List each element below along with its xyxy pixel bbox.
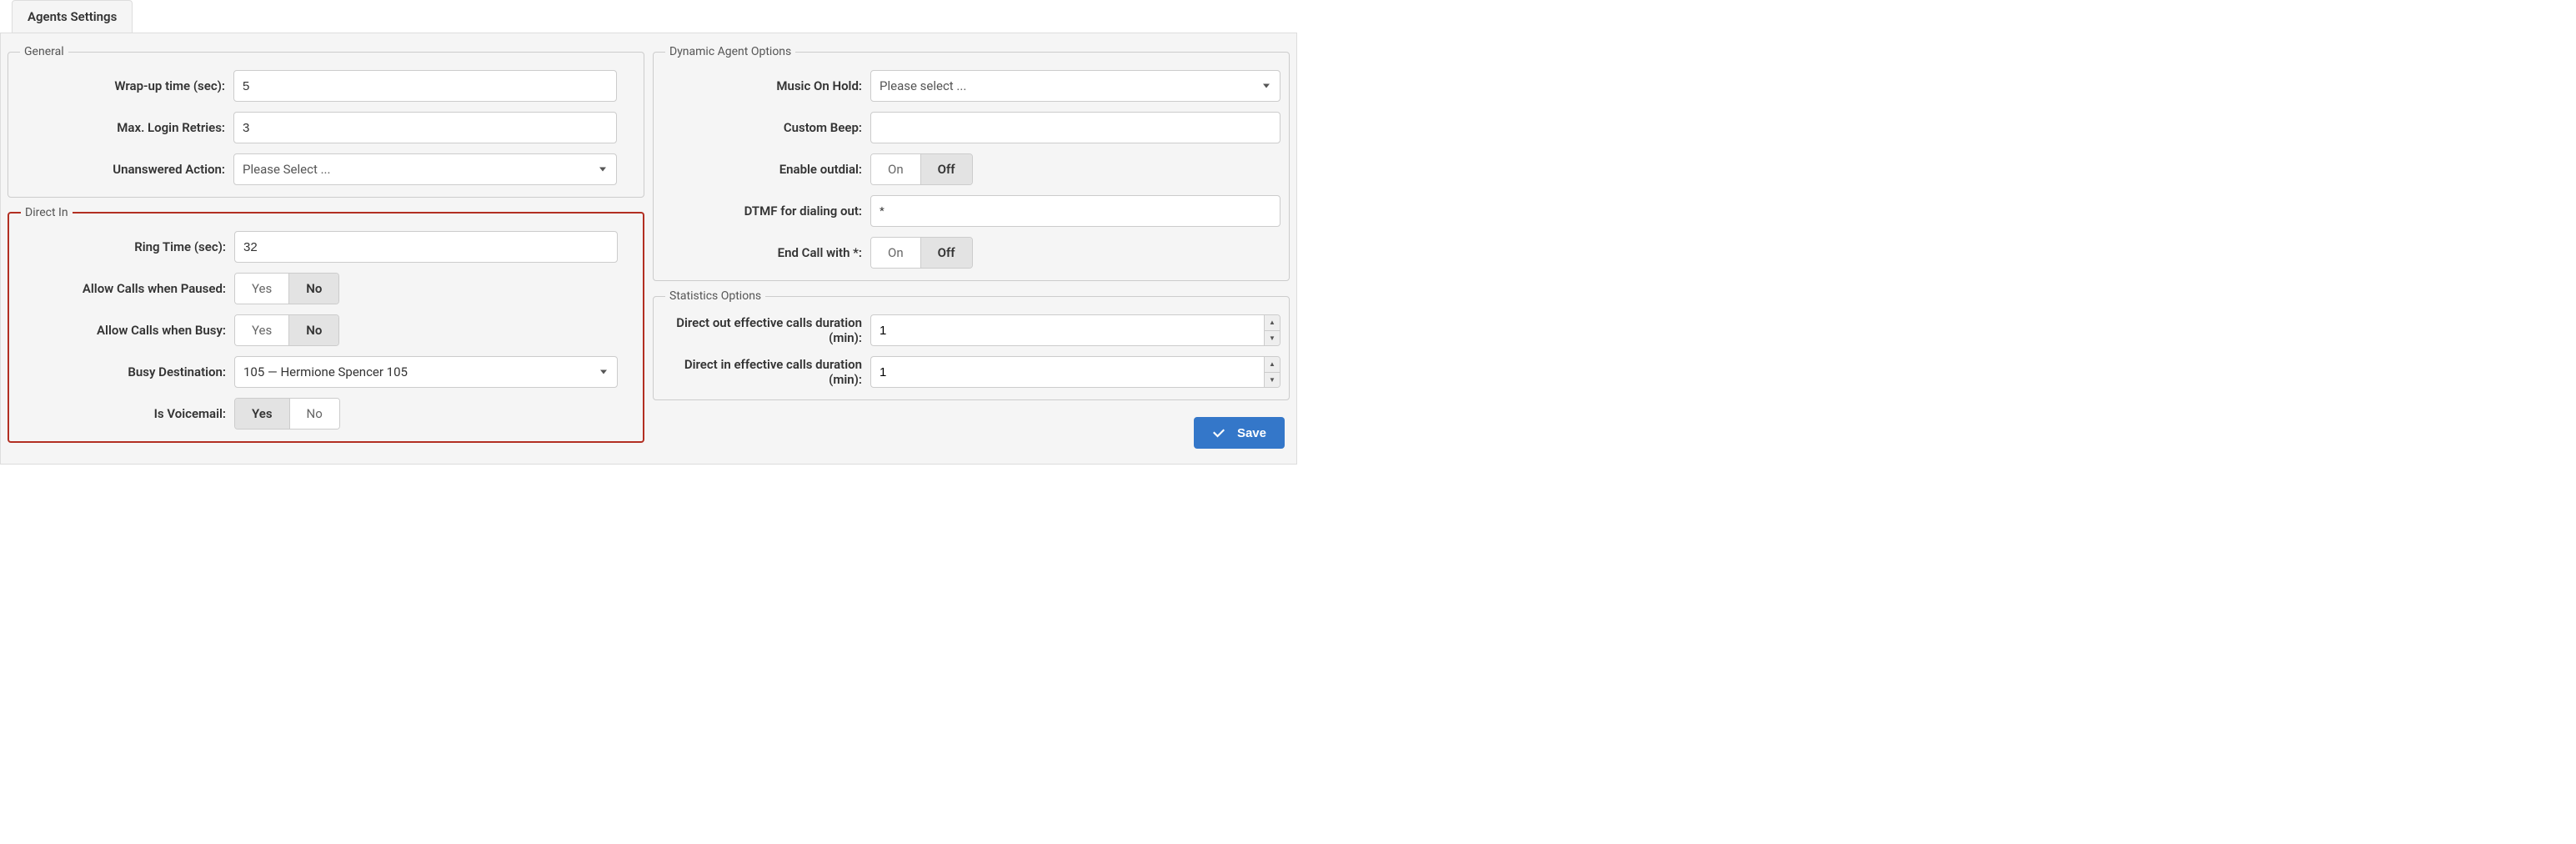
save-button-label: Save — [1237, 426, 1266, 440]
toggle-is-voicemail-no[interactable]: No — [290, 399, 339, 429]
legend-direct-in: Direct In — [21, 206, 73, 219]
legend-statistics: Statistics Options — [665, 289, 765, 303]
label-end-call: End Call with *: — [662, 245, 870, 260]
caret-down-icon — [599, 168, 606, 172]
toggle-end-call: On Off — [870, 237, 973, 269]
label-custom-beep: Custom Beep: — [662, 120, 870, 135]
toggle-allow-paused-no[interactable]: No — [289, 274, 338, 304]
select-busy-destination-value: 105 — Hermione Spencer 105 — [243, 364, 408, 379]
toggle-end-call-off[interactable]: Off — [921, 238, 972, 268]
label-allow-paused: Allow Calls when Paused: — [18, 281, 234, 296]
toggle-enable-outdial-off[interactable]: Off — [921, 154, 972, 184]
tab-agents-settings[interactable]: Agents Settings — [12, 0, 133, 33]
input-direct-in-duration[interactable] — [870, 356, 1264, 388]
select-unanswered-value: Please Select ... — [243, 162, 330, 177]
panel-direct-in: Direct In Ring Time (sec): Allow Calls w… — [8, 206, 644, 443]
save-button[interactable]: Save — [1194, 417, 1285, 449]
toggle-allow-paused: Yes No — [234, 273, 339, 304]
label-enable-outdial: Enable outdial: — [662, 162, 870, 177]
select-unanswered[interactable]: Please Select ... — [233, 153, 617, 185]
label-direct-out-duration: Direct out effective calls duration (min… — [662, 315, 870, 345]
spinner-up-icon[interactable]: ▲ — [1265, 357, 1280, 373]
toggle-enable-outdial: On Off — [870, 153, 973, 185]
select-busy-destination[interactable]: 105 — Hermione Spencer 105 — [234, 356, 618, 388]
select-music-on-hold[interactable]: Please select ... — [870, 70, 1280, 102]
spinner-down-icon[interactable]: ▼ — [1265, 373, 1280, 388]
label-direct-in-duration: Direct in effective calls duration (min)… — [662, 357, 870, 387]
caret-down-icon — [1263, 84, 1270, 88]
label-ring-time: Ring Time (sec): — [18, 239, 234, 254]
check-icon — [1212, 426, 1225, 440]
label-allow-busy: Allow Calls when Busy: — [18, 323, 234, 338]
legend-dynamic-agent: Dynamic Agent Options — [665, 45, 795, 58]
spinner-up-icon[interactable]: ▲ — [1265, 315, 1280, 331]
input-custom-beep[interactable] — [870, 112, 1280, 143]
toggle-is-voicemail-yes[interactable]: Yes — [235, 399, 290, 429]
toggle-enable-outdial-on[interactable]: On — [871, 154, 921, 184]
panel-statistics: Statistics Options Direct out effective … — [653, 289, 1290, 400]
label-retries: Max. Login Retries: — [17, 120, 233, 135]
toggle-allow-busy: Yes No — [234, 314, 339, 346]
input-dtmf[interactable] — [870, 195, 1280, 227]
select-music-on-hold-value: Please select ... — [880, 78, 966, 93]
input-wrapup[interactable] — [233, 70, 617, 102]
label-dtmf: DTMF for dialing out: — [662, 203, 870, 219]
input-retries[interactable] — [233, 112, 617, 143]
spinner-down-icon[interactable]: ▼ — [1265, 331, 1280, 346]
caret-down-icon — [600, 370, 607, 374]
toggle-allow-busy-yes[interactable]: Yes — [235, 315, 289, 345]
toggle-allow-paused-yes[interactable]: Yes — [235, 274, 289, 304]
panel-dynamic-agent: Dynamic Agent Options Music On Hold: Ple… — [653, 45, 1290, 281]
legend-general: General — [20, 45, 68, 58]
label-busy-destination: Busy Destination: — [18, 364, 234, 379]
label-wrapup: Wrap-up time (sec): — [17, 78, 233, 93]
panel-general: General Wrap-up time (sec): Max. Login R… — [8, 45, 644, 198]
toggle-is-voicemail: Yes No — [234, 398, 340, 430]
toggle-allow-busy-no[interactable]: No — [289, 315, 338, 345]
toggle-end-call-on[interactable]: On — [871, 238, 921, 268]
label-unanswered: Unanswered Action: — [17, 162, 233, 177]
label-music-on-hold: Music On Hold: — [662, 78, 870, 93]
input-ring-time[interactable] — [234, 231, 618, 263]
label-is-voicemail: Is Voicemail: — [18, 406, 234, 421]
input-direct-out-duration[interactable] — [870, 314, 1264, 346]
